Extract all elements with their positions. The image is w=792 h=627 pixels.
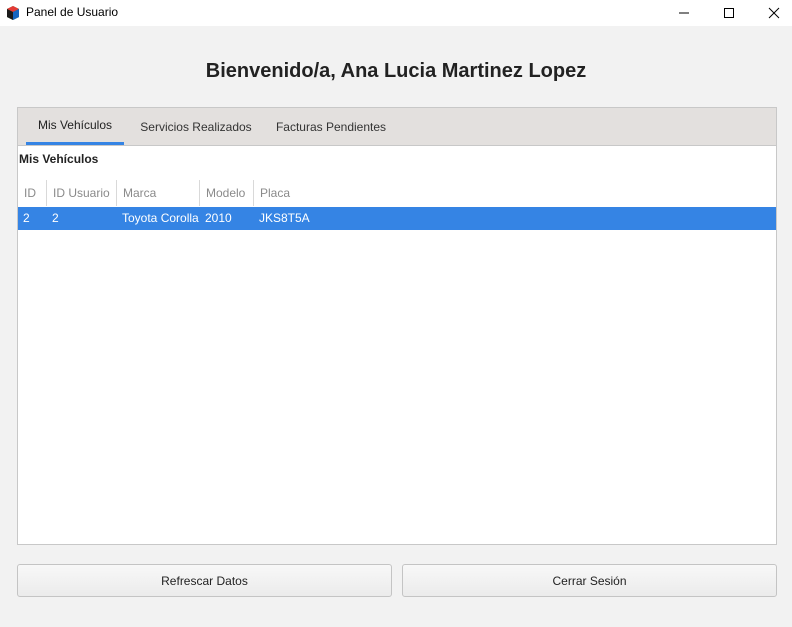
column-header-marca[interactable]: Marca (117, 180, 200, 206)
app-icon (6, 5, 20, 21)
cell-marca: Toyota Corolla (122, 211, 199, 225)
tab-facturas-pendientes[interactable]: Facturas Pendientes (270, 108, 392, 145)
tab-panel: Mis Vehículos Servicios Realizados Factu… (17, 107, 777, 545)
maximize-icon (723, 7, 735, 19)
title-bar: Panel de Usuario (0, 0, 792, 26)
column-header-id[interactable]: ID (18, 180, 47, 206)
table-row[interactable]: 2 2 Toyota Corolla 2010 JKS8T5A (18, 207, 776, 230)
column-header-id-usuario[interactable]: ID Usuario (47, 180, 117, 206)
cell-id-usuario: 2 (52, 211, 59, 225)
cell-placa: JKS8T5A (259, 211, 310, 225)
close-button[interactable] (751, 0, 792, 26)
refresh-button[interactable]: Refrescar Datos (17, 564, 392, 597)
vehicles-table: ID ID Usuario Marca Modelo Placa 2 2 Toy… (18, 180, 776, 230)
logout-button[interactable]: Cerrar Sesión (402, 564, 777, 597)
column-header-modelo[interactable]: Modelo (200, 180, 254, 206)
maximize-button[interactable] (706, 0, 751, 26)
close-icon (768, 7, 780, 19)
welcome-heading: Bienvenido/a, Ana Lucia Martinez Lopez (205, 60, 587, 82)
tab-bar: Mis Vehículos Servicios Realizados Factu… (18, 108, 776, 146)
tab-servicios-realizados[interactable]: Servicios Realizados (134, 108, 258, 145)
cell-id: 2 (23, 211, 30, 225)
cell-modelo: 2010 (205, 211, 232, 225)
minimize-button[interactable] (661, 0, 706, 26)
tab-mis-vehiculos[interactable]: Mis Vehículos (26, 108, 124, 145)
window-title: Panel de Usuario (26, 5, 119, 19)
table-header: ID ID Usuario Marca Modelo Placa (18, 180, 776, 206)
minimize-icon (678, 7, 690, 19)
column-header-placa[interactable]: Placa (254, 180, 374, 206)
section-label: Mis Vehículos (19, 152, 99, 166)
